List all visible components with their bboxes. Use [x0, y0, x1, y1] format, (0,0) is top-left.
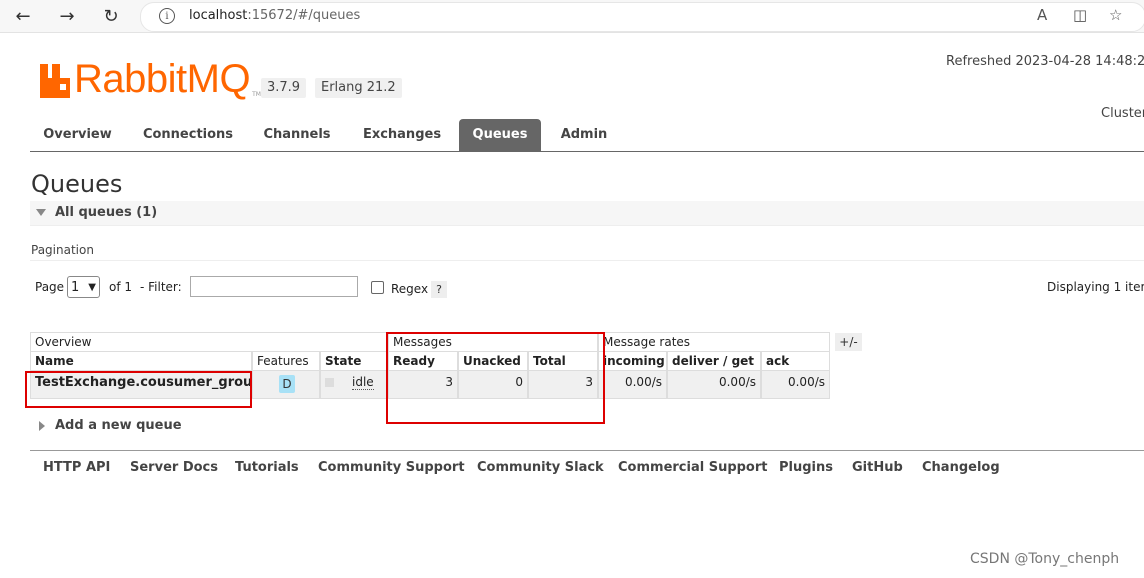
- tab-exchanges[interactable]: Exchanges: [352, 119, 452, 151]
- address-bar[interactable]: i localhost:15672/#/queues A ◫ ☆: [140, 2, 1144, 32]
- add-queue-toggle[interactable]: Add a new queue: [39, 418, 182, 433]
- footer-link-plugins[interactable]: Plugins: [779, 460, 833, 475]
- filter-input[interactable]: [190, 276, 358, 297]
- state-indicator-icon: [325, 378, 334, 387]
- regex-label: Regex: [391, 282, 429, 296]
- col-name[interactable]: Name: [30, 351, 252, 371]
- rabbitmq-logo-icon: [40, 64, 70, 98]
- state-value: idle: [352, 375, 374, 390]
- footer-link-github[interactable]: GitHub: [852, 460, 903, 475]
- tab-connections[interactable]: Connections: [132, 119, 244, 151]
- footer-link-http-api[interactable]: HTTP API: [43, 460, 110, 475]
- deliver-get-rate: 0.00/s: [667, 370, 761, 399]
- back-arrow-icon[interactable]: ←: [11, 4, 35, 28]
- tab-queues[interactable]: Queues: [459, 119, 541, 151]
- features-cell: D: [252, 370, 320, 399]
- group-overview: Overview: [30, 332, 388, 352]
- filter-label: - Filter:: [140, 280, 182, 294]
- regex-checkbox[interactable]: [371, 281, 384, 294]
- logo-text: RabbitMQ: [74, 57, 251, 101]
- col-state[interactable]: State: [320, 351, 388, 371]
- reload-icon[interactable]: ↻: [99, 4, 123, 28]
- page-select[interactable]: 1 ▼: [67, 276, 100, 298]
- ack-rate: 0.00/s: [761, 370, 830, 399]
- version-badge: 3.7.9: [261, 78, 307, 98]
- highlight-box-messages: [386, 332, 605, 424]
- expand-triangle-icon: [39, 420, 45, 431]
- tab-channels[interactable]: Channels: [254, 119, 340, 151]
- refreshed-status[interactable]: Refreshed 2023-04-28 14:48:26: [946, 54, 1144, 69]
- collapse-triangle-icon: [36, 209, 46, 216]
- footer-link-tutorials[interactable]: Tutorials: [235, 460, 299, 475]
- incoming-rate: 0.00/s: [598, 370, 667, 399]
- durable-badge: D: [279, 375, 295, 393]
- pagination-label: Pagination: [31, 243, 94, 257]
- add-queue-label: Add a new queue: [55, 418, 182, 433]
- watermark: CSDN @Tony_chenph: [970, 551, 1120, 567]
- split-screen-icon[interactable]: ◫: [1073, 6, 1087, 24]
- displaying-count: Displaying 1 item: [1047, 280, 1144, 294]
- rabbitmq-logo[interactable]: RabbitMQ TM: [40, 57, 261, 101]
- footer-link-community-slack[interactable]: Community Slack: [477, 460, 604, 475]
- divider: [30, 260, 1144, 261]
- footer-link-commercial-support[interactable]: Commercial Support: [618, 460, 768, 475]
- page-select-value: 1: [71, 279, 80, 295]
- col-deliver-get[interactable]: deliver / get: [667, 351, 761, 371]
- footer-link-community-support[interactable]: Community Support: [318, 460, 465, 475]
- col-ack[interactable]: ack: [761, 351, 830, 371]
- url-text[interactable]: localhost:15672/#/queues: [189, 8, 360, 23]
- all-queues-section-toggle[interactable]: All queues (1): [30, 201, 1144, 226]
- group-message-rates: Message rates: [598, 332, 830, 352]
- page-of-label: of 1: [109, 280, 133, 294]
- col-incoming[interactable]: incoming: [598, 351, 667, 371]
- col-features: Features: [252, 351, 320, 371]
- footer-link-changelog[interactable]: Changelog: [922, 460, 1000, 475]
- page-title: Queues: [31, 170, 123, 198]
- column-toggle-button[interactable]: +/-: [835, 333, 862, 351]
- highlight-box-queue-name: [25, 371, 252, 408]
- logo-tm: TM: [252, 91, 261, 98]
- main-tabs: Overview Connections Channels Exchanges …: [30, 119, 1144, 152]
- tab-overview[interactable]: Overview: [30, 119, 125, 151]
- chevron-down-icon: ▼: [88, 281, 96, 293]
- regex-help-button[interactable]: ?: [431, 281, 447, 298]
- forward-arrow-icon[interactable]: →: [55, 4, 79, 28]
- browser-toolbar: ← → ↻ i localhost:15672/#/queues A ◫ ☆: [0, 0, 1144, 33]
- section-title: All queues (1): [55, 205, 158, 220]
- site-info-icon[interactable]: i: [159, 8, 175, 24]
- state-cell: idle: [320, 370, 388, 399]
- tab-admin[interactable]: Admin: [550, 119, 618, 151]
- read-aloud-icon[interactable]: A: [1037, 6, 1047, 24]
- footer-divider: [30, 450, 1144, 451]
- page-label: Page: [35, 280, 65, 294]
- favorite-star-icon[interactable]: ☆: [1109, 6, 1122, 24]
- erlang-badge: Erlang 21.2: [315, 78, 402, 98]
- footer-link-server-docs[interactable]: Server Docs: [130, 460, 218, 475]
